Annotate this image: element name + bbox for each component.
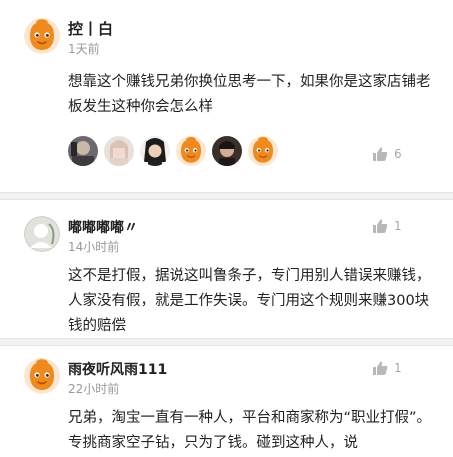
liker-avatar[interactable] [68, 136, 98, 166]
comment-item: 嘟嘟嘟嘟〃 14小时前 1 这不是打假，据说这叫鲁条子，专门用别人错误来赚钱，人… [0, 200, 453, 338]
comment-content: 这不是打假，据说这叫鲁条子，专门用别人错误来赚钱，人家没有假，就是工作失误。专门… [68, 268, 431, 334]
liker-avatar[interactable] [248, 136, 278, 166]
thumbs-up-icon [372, 218, 388, 234]
liker-avatar[interactable] [140, 136, 170, 166]
like-button[interactable]: 6 [372, 146, 402, 162]
user-avatar[interactable] [24, 216, 60, 252]
comment-item: 控丨白 1天前 想靠这个赚钱兄弟你换位思考一下，如果你是这家店铺老板发生这种你会… [0, 0, 453, 192]
comment-username[interactable]: 雨夜听风雨111 [68, 359, 167, 379]
comment-time: 14小时前 [68, 240, 120, 254]
thumbs-up-icon [372, 360, 388, 376]
comments-page: 控丨白 1天前 想靠这个赚钱兄弟你换位思考一下，如果你是这家店铺老板发生这种你会… [0, 0, 453, 457]
comment-time: 22小时前 [68, 382, 120, 396]
comment-time: 1天前 [68, 42, 100, 56]
liker-avatar[interactable] [212, 136, 242, 166]
user-avatar[interactable] [24, 358, 60, 394]
comment-content: 兄弟，淘宝一直有一种人，平台和商家称为“职业打假”。专挑商家空子钻，只为了钱。碰… [68, 410, 432, 451]
liker-avatar[interactable] [104, 136, 134, 166]
thumbs-up-icon [372, 146, 388, 162]
comment-username[interactable]: 控丨白 [68, 18, 113, 39]
likers-avatars[interactable] [68, 136, 278, 166]
comment-username[interactable]: 嘟嘟嘟嘟〃 [68, 217, 138, 237]
user-avatar[interactable] [24, 18, 60, 54]
like-count: 1 [394, 361, 402, 375]
comment-item: 雨夜听风雨111 22小时前 1 兄弟，淘宝一直有一种人，平台和商家称为“职业打… [0, 346, 453, 457]
like-button[interactable]: 1 [372, 218, 402, 234]
divider [0, 192, 453, 200]
divider [0, 338, 453, 346]
like-count: 6 [394, 147, 402, 161]
liker-avatar[interactable] [176, 136, 206, 166]
like-button[interactable]: 1 [372, 360, 402, 376]
like-count: 1 [394, 219, 402, 233]
comment-content: 想靠这个赚钱兄弟你换位思考一下，如果你是这家店铺老板发生这种你会怎么样 [68, 74, 431, 115]
